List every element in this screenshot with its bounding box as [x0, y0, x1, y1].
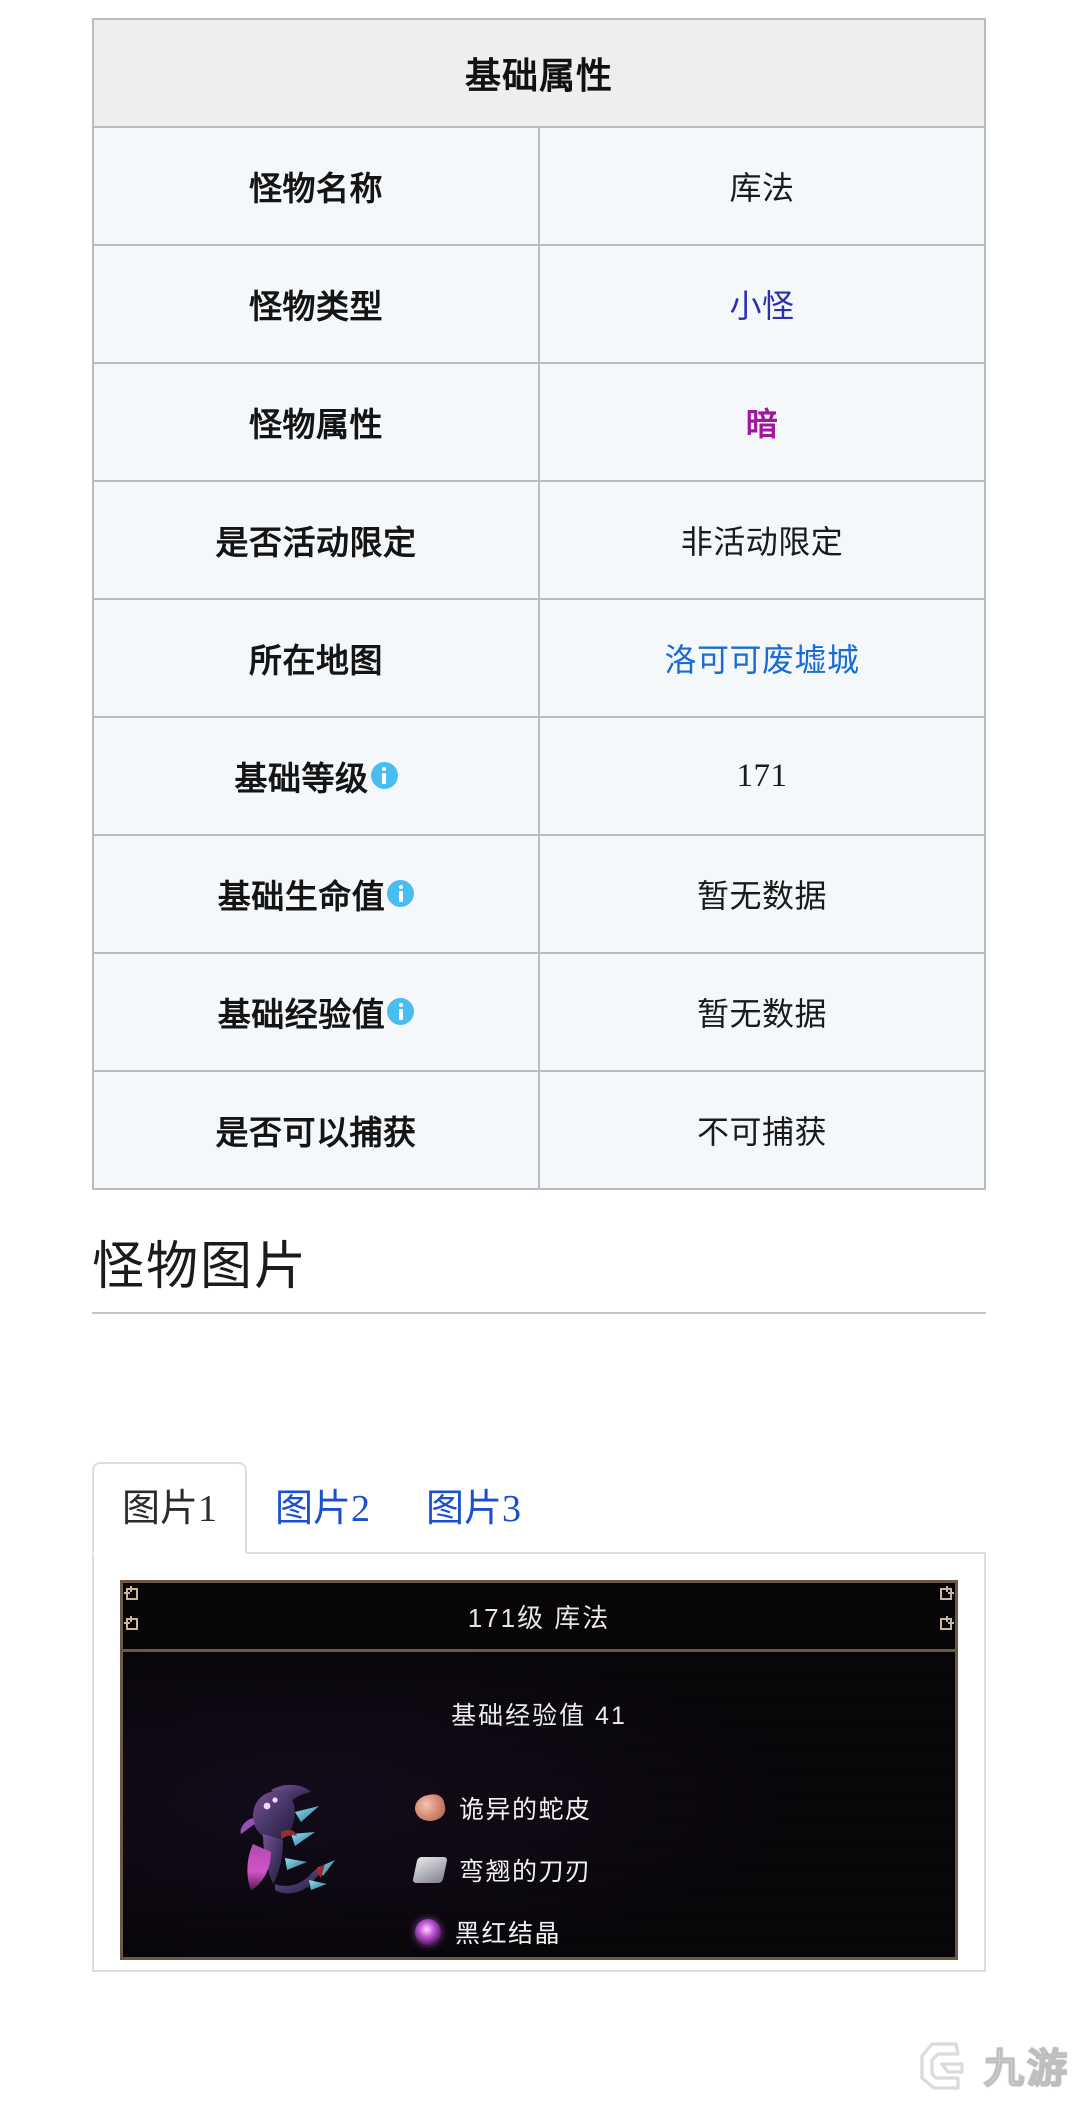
- tab-image-2[interactable]: 图片2: [247, 1464, 398, 1552]
- table-row: 基础生命值 暂无数据: [92, 834, 986, 954]
- row-label: 怪物类型: [249, 288, 383, 325]
- watermark-text: 九游: [983, 2046, 1070, 2092]
- snakeskin-icon: [412, 1792, 448, 1824]
- row-label: 基础等级: [234, 760, 369, 797]
- row-label-cell-monster-name: 怪物名称: [92, 126, 540, 246]
- row-value-cell-monster-type: 小怪: [538, 244, 986, 364]
- row-value: 库法: [729, 170, 795, 206]
- table-row: 怪物属性 暗: [92, 362, 986, 482]
- row-label-cell-monster-element: 怪物属性: [92, 362, 540, 482]
- row-label-cell-event-limited: 是否活动限定: [92, 480, 540, 600]
- game-base-exp-line: 基础经验值 41: [451, 1702, 627, 1730]
- row-value-cell-monster-element: 暗: [538, 362, 986, 482]
- table-row: 怪物名称 库法: [92, 126, 986, 246]
- row-value-cell-base-hp: 暂无数据: [538, 834, 986, 954]
- table-title: 基础属性: [464, 55, 613, 96]
- table-row: 所在地图 洛可可废墟城: [92, 598, 986, 718]
- ornament-corner-right-icon: [940, 1586, 954, 1630]
- tab-panel-image-1: 171级 库法 基础经验值 41 诡异的蛇皮 弯翘的刀刃 黑红结晶: [92, 1552, 986, 1972]
- row-label: 基础生命值: [217, 878, 386, 915]
- game-screenshot-titlebar: 171级 库法: [123, 1583, 955, 1652]
- row-label: 怪物属性: [249, 406, 383, 443]
- row-value-cell-base-level: 171: [538, 716, 986, 836]
- map-link[interactable]: 洛可可废墟城: [664, 642, 859, 678]
- row-value: 不可捕获: [696, 1114, 827, 1150]
- drop-item: 黑红结晶: [415, 1904, 616, 1957]
- row-value[interactable]: 小怪: [729, 288, 794, 324]
- row-value: 非活动限定: [680, 524, 844, 560]
- row-label-cell-monster-type: 怪物类型: [92, 244, 540, 364]
- crystal-icon: [415, 1919, 441, 1945]
- row-label: 所在地图: [249, 642, 383, 679]
- monster-sprite-icon: [240, 1784, 335, 1894]
- monster-detail-page: 基础属性 怪物名称 库法 怪物类型 小怪 怪物属性 暗 是否活动限定 非活动限定…: [0, 0, 1080, 2106]
- blade-icon: [412, 1857, 448, 1883]
- row-value-cell-event-limited: 非活动限定: [538, 480, 986, 600]
- row-label-cell-base-level: 基础等级: [92, 716, 540, 836]
- row-value[interactable]: 暗: [746, 406, 779, 442]
- drop-label: 黑红结晶: [455, 1920, 562, 1948]
- row-value: 暂无数据: [696, 878, 827, 914]
- jiuyou-logo-icon: [920, 2042, 964, 2090]
- row-label: 基础经验值: [217, 996, 386, 1033]
- game-screenshot: 171级 库法 基础经验值 41 诡异的蛇皮 弯翘的刀刃 黑红结晶: [120, 1580, 958, 1960]
- row-label-cell-capturable: 是否可以捕获: [92, 1070, 540, 1190]
- info-icon[interactable]: [387, 879, 415, 907]
- game-screenshot-body: 基础经验值 41 诡异的蛇皮 弯翘的刀刃 黑红结晶: [123, 1652, 955, 1957]
- ornament-corner-left-icon: [124, 1586, 138, 1630]
- info-icon[interactable]: [387, 997, 415, 1025]
- row-value-cell-map: 洛可可废墟城: [538, 598, 986, 718]
- drop-label: 诡异的蛇皮: [459, 1796, 592, 1824]
- table-row: 怪物类型 小怪: [92, 244, 986, 364]
- tab-image-1[interactable]: 图片1: [92, 1462, 248, 1554]
- base-attributes-section: 基础属性 怪物名称 库法 怪物类型 小怪 怪物属性 暗 是否活动限定 非活动限定…: [92, 18, 986, 1190]
- row-label: 是否活动限定: [215, 524, 417, 561]
- monster-images-tabs-section: 图片1 图片2 图片3 171级 库法 基础经验值 41 诡异的蛇皮 弯翘的刀刃…: [92, 1448, 986, 1972]
- game-monster-title: 171级 库法: [467, 1602, 611, 1633]
- table-row: 是否可以捕获 不可捕获: [92, 1070, 986, 1190]
- row-value-cell-monster-name: 库法: [538, 126, 986, 246]
- drop-list: 诡异的蛇皮 弯翘的刀刃 黑红结晶 【追加装备】: [412, 1780, 616, 1957]
- base-attributes-table: 基础属性 怪物名称 库法 怪物类型 小怪 怪物属性 暗 是否活动限定 非活动限定…: [92, 18, 986, 1190]
- drop-item: 弯翘的刀刃: [412, 1842, 616, 1898]
- row-value-cell-base-exp: 暂无数据: [538, 952, 986, 1072]
- row-value: 暂无数据: [696, 996, 827, 1032]
- tab-image-3[interactable]: 图片3: [398, 1464, 549, 1552]
- drop-label: 弯翘的刀刃: [459, 1858, 592, 1886]
- watermark: 九游: [918, 2036, 1070, 2094]
- info-icon[interactable]: [370, 761, 398, 789]
- table-header-row: 基础属性: [92, 18, 986, 128]
- tab-list: 图片1 图片2 图片3: [92, 1448, 986, 1554]
- table-row: 基础经验值 暂无数据: [92, 952, 986, 1072]
- page-section-title: 怪物图片: [92, 1238, 986, 1314]
- row-label: 是否可以捕获: [215, 1114, 417, 1151]
- row-label-cell-base-exp: 基础经验值: [92, 952, 540, 1072]
- row-label-cell-base-hp: 基础生命值: [92, 834, 540, 954]
- row-label-cell-map: 所在地图: [92, 598, 540, 718]
- row-label: 怪物名称: [249, 170, 383, 207]
- table-body: 基础属性 怪物名称 库法 怪物类型 小怪 怪物属性 暗 是否活动限定 非活动限定…: [92, 18, 986, 1190]
- table-row: 是否活动限定 非活动限定: [92, 480, 986, 600]
- table-title-cell: 基础属性: [92, 18, 986, 128]
- monster-images-heading-wrap: 怪物图片: [92, 1238, 986, 1314]
- table-row: 基础等级 171: [92, 716, 986, 836]
- drop-item: 诡异的蛇皮: [412, 1780, 616, 1836]
- row-value: 171: [736, 757, 788, 794]
- row-value-cell-capturable: 不可捕获: [538, 1070, 986, 1190]
